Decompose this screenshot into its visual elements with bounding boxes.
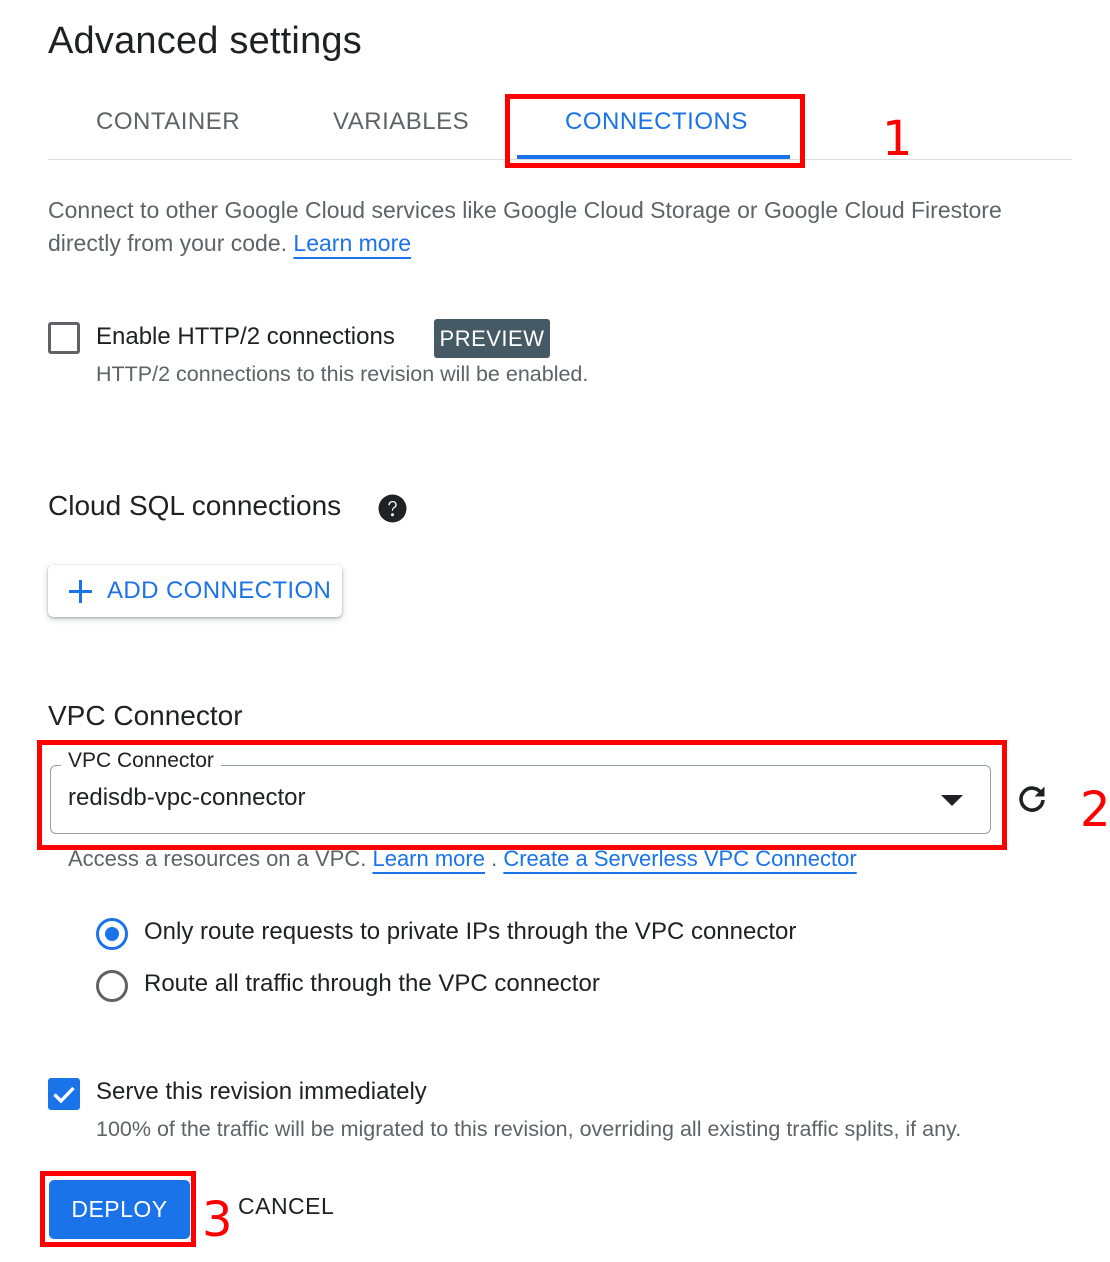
annotation-box-connections-tab [505, 94, 805, 168]
vpc-link-separator: . [484, 846, 504, 871]
tab-container[interactable]: CONTAINER [96, 108, 240, 136]
connections-description: Connect to other Google Cloud services l… [48, 194, 1078, 260]
http2-checkbox[interactable] [48, 322, 80, 354]
cloud-sql-heading: Cloud SQL connections [48, 490, 342, 521]
serve-immediately-label: Serve this revision immediately [96, 1078, 427, 1105]
radio-all-traffic-label: Route all traffic through the VPC connec… [144, 970, 600, 997]
vpc-learn-more-link[interactable]: Learn more [372, 846, 485, 871]
serve-immediately-helper: 100% of the traffic will be migrated to … [96, 1117, 962, 1141]
page-title: Advanced settings [48, 20, 362, 62]
annotation-number-2: 2 [1080, 782, 1110, 838]
create-serverless-vpc-connector-link[interactable]: Create a Serverless VPC Connector [503, 846, 856, 871]
annotation-number-1: 1 [882, 111, 913, 167]
radio-private-ips[interactable] [96, 918, 128, 950]
annotation-number-3: 3 [202, 1192, 233, 1248]
http2-helper-text: HTTP/2 connections to this revision will… [96, 362, 589, 386]
plus-icon [68, 579, 93, 604]
vpc-helper-line: Access a resources on a VPC. Learn more … [68, 846, 857, 872]
add-connection-button[interactable]: ADD CONNECTION [48, 565, 342, 617]
annotation-box-vpc-connector [37, 740, 1007, 850]
vpc-helper-text: Access a resources on a VPC. [68, 846, 373, 871]
check-icon [53, 1086, 75, 1104]
vpc-connector-heading: VPC Connector [48, 700, 243, 731]
help-circle-icon[interactable] [378, 494, 407, 523]
http2-checkbox-label: Enable HTTP/2 connections [96, 323, 395, 350]
learn-more-link[interactable]: Learn more [293, 230, 411, 256]
radio-private-ips-label: Only route requests to private IPs throu… [144, 918, 797, 945]
serve-immediately-checkbox[interactable] [48, 1078, 80, 1110]
cancel-button[interactable]: CANCEL [238, 1193, 334, 1220]
tab-variables[interactable]: VARIABLES [333, 108, 469, 136]
annotation-box-deploy [40, 1171, 196, 1247]
radio-selected-dot [105, 927, 119, 941]
add-connection-label: ADD CONNECTION [107, 577, 332, 604]
preview-badge: PREVIEW [434, 319, 550, 358]
description-text: Connect to other Google Cloud services l… [48, 197, 1002, 256]
radio-all-traffic[interactable] [96, 970, 128, 1002]
refresh-icon[interactable] [1016, 783, 1048, 815]
